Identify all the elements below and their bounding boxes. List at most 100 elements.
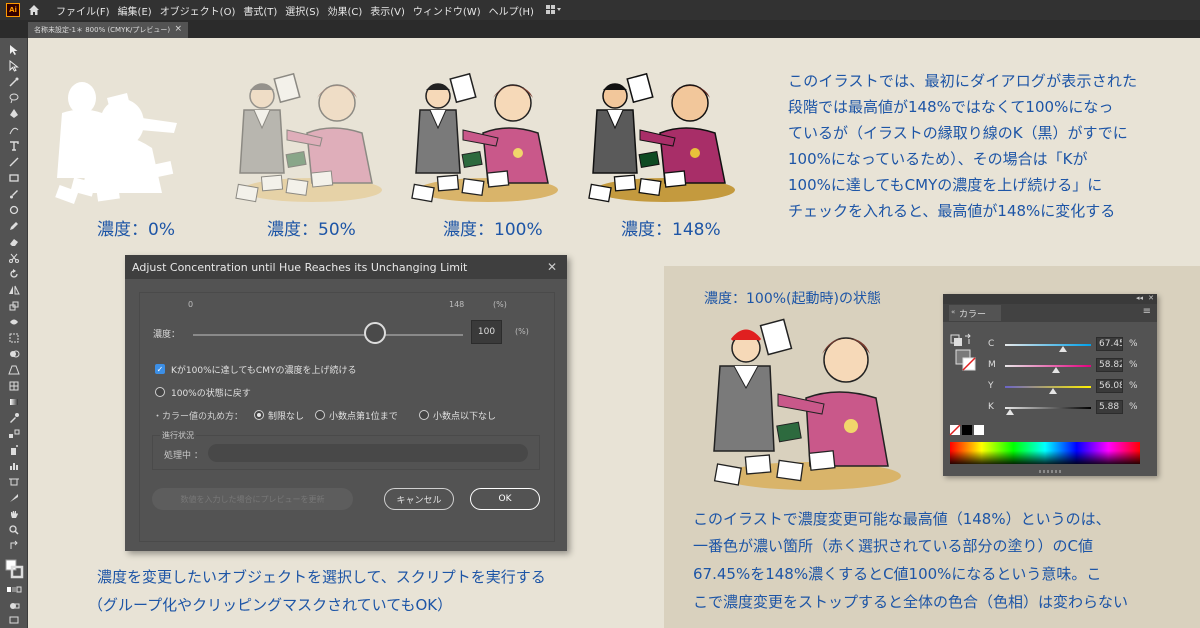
symbol-sprayer-tool-icon[interactable] <box>7 444 21 456</box>
ok-button[interactable]: OK <box>470 488 540 510</box>
dialog-close-icon[interactable]: ✕ <box>547 260 557 274</box>
update-preview-button[interactable]: 数値を入力した場合にプレビューを更新 <box>152 488 353 510</box>
blend-tool-icon[interactable] <box>7 428 21 440</box>
cyan-value-input[interactable]: 67.45 <box>1096 337 1123 351</box>
line-tool-icon[interactable] <box>7 156 21 168</box>
pen-tool-icon[interactable] <box>7 108 21 120</box>
zoom-tool-icon[interactable] <box>7 524 21 536</box>
cyan-label: C <box>988 339 995 349</box>
color-mode-icon[interactable] <box>7 584 22 596</box>
illustration-0-percent <box>55 82 177 204</box>
tab-collapse-icon[interactable]: « <box>951 308 955 316</box>
yellow-label: Y <box>988 381 994 391</box>
magic-wand-tool-icon[interactable] <box>7 76 21 88</box>
column-graph-tool-icon[interactable] <box>7 460 21 472</box>
rounding-radio-unlimited[interactable] <box>254 410 264 420</box>
eraser-tool-icon[interactable] <box>7 236 21 248</box>
magenta-unit: % <box>1129 360 1138 370</box>
lasso-tool-icon[interactable] <box>7 92 21 104</box>
document-tab[interactable]: 名称未設定-1＊ 800% (CMYK/プレビュー) × <box>28 22 188 38</box>
color-tab-label: カラー <box>959 309 987 320</box>
menu-select[interactable]: 選択(S) <box>285 3 319 18</box>
panel-resize-grip[interactable] <box>1039 470 1061 473</box>
mesh-tool-icon[interactable] <box>7 380 21 392</box>
document-tab-bar: 名称未設定-1＊ 800% (CMYK/プレビュー) × <box>0 20 1200 38</box>
type-tool-icon[interactable] <box>7 140 21 152</box>
yellow-value-input[interactable]: 56.08 <box>1096 379 1123 393</box>
perspective-grid-tool-icon[interactable] <box>7 364 21 376</box>
continue-cmy-checkbox[interactable]: ✓ <box>155 364 165 374</box>
selection-tool-icon[interactable] <box>7 44 21 56</box>
shaper-tool-icon[interactable] <box>7 204 21 216</box>
yellow-slider-track[interactable] <box>1005 386 1091 388</box>
right-explanation-line: 67.45%を148%濃くするとC値100%になるという意味。こ <box>693 565 1102 583</box>
hand-tool-icon[interactable] <box>7 508 21 520</box>
top-explanation-line: 100%になっているため）、その場合は「Kが <box>788 150 1088 168</box>
screen-mode-icon[interactable] <box>7 614 21 626</box>
magenta-slider-track[interactable] <box>1005 365 1091 367</box>
slider-max-unit: (%) <box>493 300 507 309</box>
curvature-tool-icon[interactable] <box>7 124 21 136</box>
magenta-label: M <box>988 360 996 370</box>
width-tool-icon[interactable] <box>7 316 21 328</box>
rotate-tool-icon[interactable] <box>7 268 21 280</box>
tab-close-icon[interactable]: × <box>174 24 182 34</box>
menu-edit[interactable]: 編集(E) <box>118 3 152 18</box>
direct-selection-tool-icon[interactable] <box>7 59 21 72</box>
menu-view[interactable]: 表示(V) <box>370 3 405 18</box>
cyan-slider-thumb[interactable] <box>1059 346 1067 352</box>
gradient-tool-icon[interactable] <box>7 396 21 408</box>
menu-object[interactable]: オブジェクト(O) <box>160 3 236 18</box>
color-panel-top-bar[interactable] <box>943 294 1157 304</box>
scale-tool-icon[interactable] <box>7 300 21 312</box>
menu-effect[interactable]: 効果(C) <box>327 3 362 18</box>
magenta-value-input[interactable]: 58.82 <box>1096 358 1123 372</box>
fill-stroke-icon[interactable] <box>950 333 978 374</box>
panel-collapse-icon[interactable]: ◂◂ <box>1136 294 1143 302</box>
artboard-tool-icon[interactable] <box>7 476 21 488</box>
scissors-tool-icon[interactable] <box>7 252 21 264</box>
black-slider-track[interactable] <box>1005 407 1091 409</box>
menu-window[interactable]: ウィンドウ(W) <box>413 3 481 18</box>
rounding-radio-one-decimal[interactable] <box>315 410 325 420</box>
yellow-slider-thumb[interactable] <box>1049 388 1058 394</box>
shape-builder-tool-icon[interactable] <box>7 348 21 360</box>
slider-min-label: 0 <box>188 300 194 309</box>
cyan-slider-track[interactable] <box>1005 344 1091 346</box>
concentration-label-50: 濃度：50% <box>267 220 356 240</box>
illustration-100-percent <box>411 72 558 203</box>
pencil-tool-icon[interactable] <box>7 220 21 232</box>
cancel-button[interactable]: キャンセル <box>384 488 454 510</box>
menu-help[interactable]: ヘルプ(H) <box>489 3 534 18</box>
eyedropper-tool-icon[interactable] <box>7 412 21 424</box>
drawing-mode-icon[interactable] <box>7 600 21 612</box>
home-icon[interactable] <box>26 2 42 18</box>
rounding-radio-no-decimal[interactable] <box>419 410 429 420</box>
dialog-title-bar[interactable]: Adjust Concentration until Hue Reaches i… <box>125 255 567 279</box>
color-panel-tab[interactable]: カラー <box>949 305 1001 321</box>
black-slider-thumb[interactable] <box>1006 409 1015 415</box>
menu-file[interactable]: ファイル(F) <box>56 3 110 18</box>
magenta-slider-thumb[interactable] <box>1051 367 1060 373</box>
rounding-option-one-decimal: 小数点第1位まで <box>329 412 398 422</box>
bottom-left-text-line: 濃度を変更したいオブジェクトを選択して、スクリプトを実行する <box>97 568 546 586</box>
menu-type[interactable]: 書式(T) <box>243 3 277 18</box>
slice-tool-icon[interactable] <box>7 492 21 504</box>
concentration-input[interactable]: 100 <box>471 320 502 344</box>
rectangle-tool-icon[interactable] <box>7 172 21 184</box>
reflect-tool-icon[interactable] <box>7 284 21 296</box>
fill-stroke-swatch-icon[interactable] <box>5 558 24 580</box>
black-value-input[interactable]: 5.88 <box>1096 400 1123 414</box>
panel-close-icon[interactable]: ✕ <box>1148 294 1154 302</box>
panel-menu-icon[interactable]: ≡ <box>1143 306 1151 317</box>
swap-colors-icon[interactable] <box>7 540 21 552</box>
quick-swatches-icon[interactable] <box>949 424 984 437</box>
concentration-slider-track[interactable] <box>193 334 463 336</box>
paintbrush-tool-icon[interactable] <box>7 188 21 200</box>
color-spectrum[interactable] <box>950 442 1140 464</box>
free-transform-tool-icon[interactable] <box>7 332 21 344</box>
reset-100-radio[interactable] <box>155 387 165 397</box>
workspace-layout-icon[interactable] <box>545 4 564 16</box>
slider-max-label: 148 <box>449 300 465 309</box>
illustration-148-percent <box>588 72 735 203</box>
